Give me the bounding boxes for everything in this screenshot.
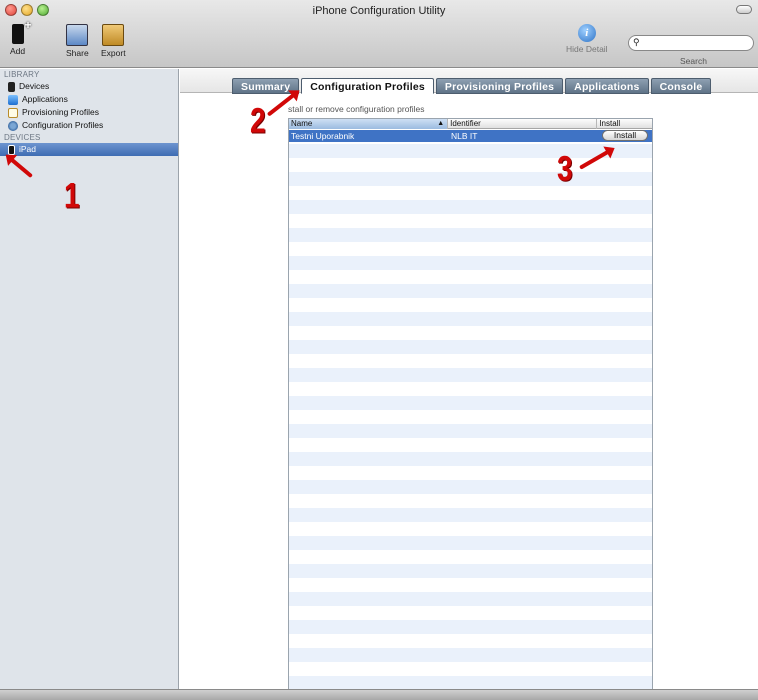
install-button[interactable]: Install <box>602 130 648 141</box>
search-label: Search <box>680 56 707 66</box>
sidebar-item-provisioning-profiles[interactable]: Provisioning Profiles <box>0 106 178 119</box>
tab-console[interactable]: Console <box>650 78 712 94</box>
library-header: LIBRARY <box>4 70 40 79</box>
sidebar-item-label: Provisioning Profiles <box>22 107 100 117</box>
tab-configuration-profiles[interactable]: Configuration Profiles <box>301 78 434 94</box>
column-header-identifier[interactable]: Identifier <box>448 119 598 129</box>
window-toolbar: iPhone Configuration Utility Add Share E… <box>0 0 758 68</box>
annotation-number-2: 2 <box>250 101 266 140</box>
window-title: iPhone Configuration Utility <box>312 5 446 17</box>
tab-bar: Summary Configuration Profiles Provision… <box>180 69 758 94</box>
profiles-table: Name ▲ Identifier Install Testni Uporabn… <box>288 118 653 700</box>
export-icon <box>102 24 125 46</box>
section-description: stall or remove configuration profiles <box>288 104 425 114</box>
share-button[interactable]: Share <box>66 24 89 58</box>
annotation-number-3: 3 <box>557 149 573 188</box>
sidebar-item-applications[interactable]: Applications <box>0 93 178 106</box>
devices-header: DEVICES <box>4 133 41 142</box>
table-row[interactable]: Testni Uporabnik NLB IT Install <box>289 130 652 142</box>
app-store-icon <box>8 94 18 105</box>
sidebar-item-ipad[interactable]: iPad <box>0 143 178 156</box>
add-device-icon <box>11 18 32 44</box>
tab-provisioning-profiles[interactable]: Provisioning Profiles <box>435 78 564 94</box>
sidebar: LIBRARY Devices Applications Provisionin… <box>0 69 179 689</box>
search-icon: ⚲ <box>633 37 640 47</box>
profile-identifier-cell: NLB IT <box>451 131 478 141</box>
sidebar-item-label: Applications <box>22 94 68 104</box>
document-icon <box>8 107 18 118</box>
share-icon <box>66 24 89 46</box>
add-button[interactable]: Add <box>10 18 32 56</box>
gear-icon <box>8 120 18 131</box>
annotation-number-1: 1 <box>64 176 80 215</box>
hide-detail-button[interactable]: i Hide Detail <box>566 24 608 54</box>
sidebar-item-devices[interactable]: Devices <box>0 80 178 93</box>
column-name-label: Name <box>291 119 313 128</box>
export-label: Export <box>101 48 126 58</box>
column-header-install[interactable]: Install <box>597 119 652 129</box>
table-body: Testni Uporabnik NLB IT Install <box>289 130 652 700</box>
sidebar-item-configuration-profiles[interactable]: Configuration Profiles <box>0 119 178 132</box>
main-panel: Summary Configuration Profiles Provision… <box>180 69 758 700</box>
sidebar-item-label: iPad <box>19 144 37 154</box>
sort-ascending-icon: ▲ <box>437 120 445 127</box>
hide-detail-label: Hide Detail <box>566 44 608 54</box>
sidebar-item-label: Devices <box>19 81 50 91</box>
column-header-name[interactable]: Name ▲ <box>289 119 449 129</box>
add-label: Add <box>10 46 26 56</box>
search-input[interactable]: ⚲ <box>628 35 754 51</box>
tab-applications[interactable]: Applications <box>565 78 649 94</box>
window-bottom-bar <box>0 689 758 700</box>
profile-name-cell: Testni Uporabnik <box>291 131 355 141</box>
export-button[interactable]: Export <box>101 24 126 58</box>
share-label: Share <box>66 48 89 58</box>
table-header: Name ▲ Identifier Install <box>289 119 652 129</box>
info-icon: i <box>577 24 596 42</box>
sidebar-item-label: Configuration Profiles <box>22 120 104 130</box>
search-field[interactable]: ⚲ <box>628 35 754 51</box>
toolbar-toggle-button[interactable] <box>736 5 752 14</box>
device-icon <box>8 81 15 92</box>
